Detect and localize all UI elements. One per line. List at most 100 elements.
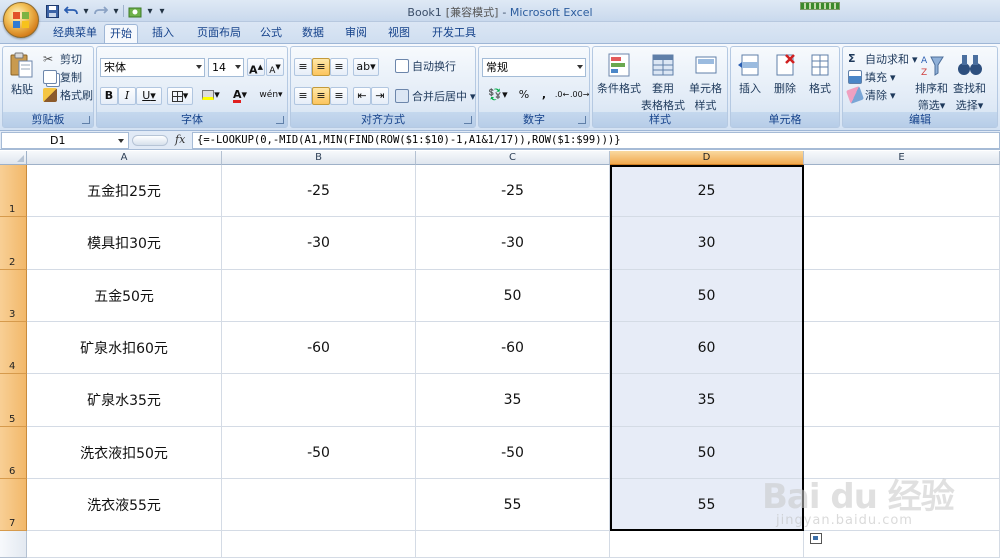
- row-header[interactable]: 5: [0, 374, 27, 427]
- cell-b[interactable]: [222, 531, 416, 558]
- format-painter-button[interactable]: 格式刷: [43, 87, 93, 103]
- row-header[interactable]: 6: [0, 427, 27, 479]
- fill-button[interactable]: 填充 ▾: [848, 69, 896, 85]
- cell-c[interactable]: -25: [416, 165, 610, 217]
- cell-d[interactable]: 35: [610, 374, 804, 427]
- cell-e[interactable]: [804, 165, 1000, 217]
- number-format-combo[interactable]: 常规: [482, 58, 586, 77]
- cell-styles-button[interactable]: 单元格 样式: [689, 51, 722, 113]
- cell-b[interactable]: -25: [222, 165, 416, 217]
- tab-classic-menu[interactable]: 经典菜单: [46, 24, 104, 43]
- font-name-combo[interactable]: 宋体: [100, 58, 205, 77]
- column-header-a[interactable]: A: [27, 151, 222, 165]
- cell-d[interactable]: 25: [610, 165, 804, 217]
- cell-b[interactable]: [222, 479, 416, 531]
- tab-home[interactable]: 开始: [104, 24, 138, 43]
- cell-e[interactable]: [804, 322, 1000, 374]
- number-dialog-launcher-icon[interactable]: [578, 116, 586, 124]
- cell-a[interactable]: 模具扣30元: [27, 217, 222, 270]
- shrink-font-button[interactable]: A▼: [266, 58, 284, 76]
- cell-a[interactable]: 洗衣液55元: [27, 479, 222, 531]
- conditional-formatting-button[interactable]: 条件格式: [597, 51, 641, 96]
- cell-a[interactable]: 矿泉水35元: [27, 374, 222, 427]
- cell-c[interactable]: 35: [416, 374, 610, 427]
- cell-e[interactable]: [804, 270, 1000, 322]
- cell-b[interactable]: [222, 374, 416, 427]
- find-select-button[interactable]: 查找和 选择▾: [953, 51, 986, 113]
- tab-developer[interactable]: 开发工具: [425, 24, 483, 43]
- column-header-d[interactable]: D: [610, 151, 804, 165]
- row-header[interactable]: [0, 531, 27, 558]
- cell-c[interactable]: -50: [416, 427, 610, 479]
- merge-center-button[interactable]: 合并后居中 ▾: [395, 88, 476, 104]
- font-color-button[interactable]: A▾: [226, 87, 254, 105]
- italic-button[interactable]: I: [118, 87, 136, 105]
- insert-cells-button[interactable]: 插入: [736, 51, 764, 96]
- percent-button[interactable]: %: [515, 87, 533, 105]
- name-box[interactable]: D1: [1, 132, 129, 149]
- bold-button[interactable]: B: [100, 87, 118, 105]
- format-cells-button[interactable]: 格式: [806, 51, 834, 96]
- decrease-decimal-button[interactable]: .00→: [570, 87, 589, 105]
- column-header-e[interactable]: E: [804, 151, 1000, 165]
- cell-a[interactable]: 洗衣液扣50元: [27, 427, 222, 479]
- cell-c[interactable]: 50: [416, 270, 610, 322]
- cell-b[interactable]: -60: [222, 322, 416, 374]
- paste-button[interactable]: 粘贴: [8, 51, 36, 97]
- fill-color-button[interactable]: ▾: [197, 87, 225, 105]
- grow-font-button[interactable]: A▲: [247, 58, 265, 77]
- row-header[interactable]: 3: [0, 270, 27, 322]
- cell-a[interactable]: 矿泉水扣60元: [27, 322, 222, 374]
- format-as-table-button[interactable]: 套用 表格格式: [641, 51, 685, 113]
- borders-button[interactable]: ▾: [167, 87, 193, 105]
- phonetic-button[interactable]: wén▾: [257, 87, 285, 105]
- cell-e[interactable]: [804, 531, 1000, 558]
- align-middle-button[interactable]: ≡: [312, 58, 330, 76]
- formula-input[interactable]: {=-LOOKUP(0,-MID(A1,MIN(FIND(ROW($1:$10)…: [192, 132, 1000, 149]
- column-header-c[interactable]: C: [416, 151, 610, 165]
- cell-d[interactable]: 50: [610, 270, 804, 322]
- alignment-dialog-launcher-icon[interactable]: [464, 116, 472, 124]
- cell-d[interactable]: 55: [610, 479, 804, 531]
- cell-c[interactable]: -60: [416, 322, 610, 374]
- cell-e[interactable]: [804, 374, 1000, 427]
- cell-d[interactable]: [610, 531, 804, 558]
- autosum-button[interactable]: Σ 自动求和 ▾: [848, 51, 918, 67]
- row-header[interactable]: 1: [0, 165, 27, 217]
- row-header[interactable]: 2: [0, 217, 27, 270]
- orientation-button[interactable]: ab▾: [353, 58, 379, 76]
- row-header[interactable]: 4: [0, 322, 27, 374]
- wrap-text-button[interactable]: 自动换行: [395, 58, 456, 74]
- cell-d[interactable]: 50: [610, 427, 804, 479]
- cell-a[interactable]: 五金50元: [27, 270, 222, 322]
- tab-view[interactable]: 视图: [382, 24, 416, 43]
- cell-d[interactable]: 60: [610, 322, 804, 374]
- paste-options-icon[interactable]: [810, 533, 822, 544]
- cell-b[interactable]: -50: [222, 427, 416, 479]
- insert-function-icon[interactable]: fx: [175, 133, 185, 146]
- tab-formulas[interactable]: 公式: [254, 24, 288, 43]
- cell-e[interactable]: [804, 479, 1000, 531]
- cell-a[interactable]: 五金扣25元: [27, 165, 222, 217]
- tab-data[interactable]: 数据: [296, 24, 330, 43]
- cell-b[interactable]: [222, 270, 416, 322]
- clear-button[interactable]: 清除 ▾: [846, 86, 896, 104]
- row-header[interactable]: 7: [0, 479, 27, 531]
- comma-button[interactable]: ,: [535, 87, 553, 105]
- tab-review[interactable]: 审阅: [339, 24, 373, 43]
- cell-c[interactable]: -30: [416, 217, 610, 270]
- cell-b[interactable]: -30: [222, 217, 416, 270]
- align-top-button[interactable]: ≡: [294, 58, 312, 76]
- accounting-format-button[interactable]: 💱▾: [482, 87, 514, 105]
- delete-cells-button[interactable]: 删除: [771, 51, 799, 96]
- office-button[interactable]: [3, 2, 39, 38]
- tab-page-layout[interactable]: 页面布局: [190, 24, 248, 43]
- font-size-combo[interactable]: 14: [208, 58, 244, 77]
- cell-d[interactable]: 30: [610, 217, 804, 270]
- underline-button[interactable]: U▾: [136, 87, 162, 105]
- formula-bar-splitter[interactable]: [132, 135, 168, 146]
- cell-c[interactable]: [416, 531, 610, 558]
- cell-a[interactable]: [27, 531, 222, 558]
- copy-button[interactable]: 复制: [43, 69, 82, 85]
- sort-filter-button[interactable]: AZ 排序和 筛选▾: [915, 51, 948, 113]
